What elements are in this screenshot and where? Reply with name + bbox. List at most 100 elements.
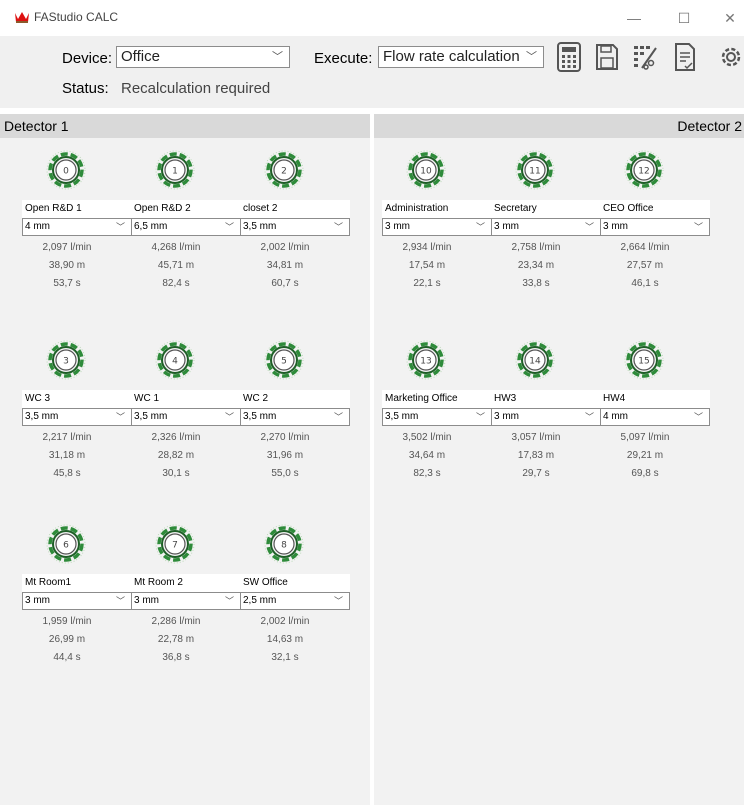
smoke-detector-icon: 12 xyxy=(624,150,664,190)
status-value: Recalculation required xyxy=(121,80,271,97)
pipe-length-value: 27,57 m xyxy=(626,260,664,271)
smoke-detector-icon: 0 xyxy=(46,150,86,190)
device-select[interactable]: Office ﹀ xyxy=(116,46,290,68)
calculator-icon[interactable] xyxy=(556,42,582,72)
detector-number: 10 xyxy=(420,167,432,177)
chevron-down-icon: ﹀ xyxy=(272,51,283,63)
diameter-select[interactable]: 4 mm ﹀ xyxy=(22,218,132,236)
execute-select[interactable]: Flow rate calculation ﹀ xyxy=(378,46,544,68)
detector-name: WC 2 xyxy=(240,390,350,408)
diameter-select[interactable]: 3,5 mm ﹀ xyxy=(131,408,241,426)
diameter-value: 3,5 mm xyxy=(134,411,168,422)
smoke-detector-icon: 1 xyxy=(155,150,195,190)
flow-rate-value: 3,502 l/min xyxy=(402,432,452,443)
chevron-down-icon: ﹀ xyxy=(693,222,703,232)
transport-time-value: 69,8 s xyxy=(631,468,659,479)
pipe-length-value: 14,63 m xyxy=(266,634,304,645)
detector-name: Mt Room 2 xyxy=(131,574,241,592)
panel-title: Detector 1 xyxy=(0,114,370,138)
pipe-length-value: 34,81 m xyxy=(266,260,304,271)
diameter-select[interactable]: 3 mm ﹀ xyxy=(382,218,492,236)
diameter-select[interactable]: 3,5 mm ﹀ xyxy=(240,408,350,426)
chevron-down-icon: ﹀ xyxy=(224,222,234,232)
smoke-detector-icon: 6 xyxy=(46,524,86,564)
diameter-value: 3 mm xyxy=(134,595,159,606)
detector-number: 15 xyxy=(638,357,649,367)
diameter-select[interactable]: 3 mm ﹀ xyxy=(491,218,601,236)
transport-time-value: 44,4 s xyxy=(53,652,81,663)
detector-number: 7 xyxy=(172,541,178,551)
diameter-select[interactable]: 3 mm ﹀ xyxy=(600,218,710,236)
flow-rate-value: 2,217 l/min xyxy=(42,432,92,443)
flow-rate-value: 2,002 l/min xyxy=(260,242,310,253)
diameter-select[interactable]: 3 mm ﹀ xyxy=(22,592,132,610)
smoke-detector-icon: 4 xyxy=(155,340,195,380)
detector-number: 11 xyxy=(529,167,540,177)
diameter-select[interactable]: 6,5 mm ﹀ xyxy=(131,218,241,236)
detector-name: SW Office xyxy=(240,574,350,592)
transport-time-value: 82,3 s xyxy=(413,468,441,479)
transport-time-value: 22,1 s xyxy=(413,278,441,289)
diameter-select[interactable]: 4 mm ﹀ xyxy=(600,408,710,426)
flow-rate-value: 4,268 l/min xyxy=(151,242,201,253)
diameter-select[interactable]: 3,5 mm ﹀ xyxy=(22,408,132,426)
transport-time-value: 45,8 s xyxy=(53,468,81,479)
flow-rate-value: 3,057 l/min xyxy=(511,432,561,443)
smoke-detector-icon: 15 xyxy=(624,340,664,380)
maximize-button[interactable]: ☐ xyxy=(662,0,706,36)
chevron-down-icon: ﹀ xyxy=(584,222,594,232)
flow-rate-value: 1,959 l/min xyxy=(42,616,92,627)
detector-name: Mt Room1 xyxy=(22,574,132,592)
diameter-value: 3,5 mm xyxy=(243,221,277,232)
diameter-select[interactable]: 3,5 mm ﹀ xyxy=(240,218,350,236)
detector-number: 13 xyxy=(420,357,431,367)
smoke-detector-icon: 14 xyxy=(515,340,555,380)
chevron-down-icon: ﹀ xyxy=(475,412,485,422)
diameter-select[interactable]: 2,5 mm ﹀ xyxy=(240,592,350,610)
diameter-select[interactable]: 3 mm ﹀ xyxy=(491,408,601,426)
settings-icon[interactable] xyxy=(716,42,744,72)
flow-rate-value: 2,326 l/min xyxy=(151,432,201,443)
app-logo-icon xyxy=(15,12,29,23)
report-icon[interactable] xyxy=(672,42,698,72)
smoke-detector-icon: 7 xyxy=(155,524,195,564)
transport-time-value: 46,1 s xyxy=(631,278,659,289)
diameter-value: 2,5 mm xyxy=(243,595,277,606)
detector-name: HW3 xyxy=(491,390,601,408)
chevron-down-icon: ﹀ xyxy=(333,222,343,232)
status-label: Status: xyxy=(62,80,109,97)
diameter-value: 3 mm xyxy=(385,221,410,232)
smoke-detector-icon: 10 xyxy=(406,150,446,190)
save-icon[interactable] xyxy=(594,42,620,72)
pipe-length-value: 31,18 m xyxy=(48,450,86,461)
diameter-value: 3 mm xyxy=(603,221,628,232)
smoke-detector-icon: 2 xyxy=(264,150,304,190)
bom-icon[interactable] xyxy=(632,42,658,72)
detector-name: WC 3 xyxy=(22,390,132,408)
diameter-select[interactable]: 3,5 mm ﹀ xyxy=(382,408,492,426)
diameter-value: 3 mm xyxy=(494,411,519,422)
detector-number: 3 xyxy=(63,357,69,367)
close-button[interactable]: ✕ xyxy=(708,0,744,36)
detector-name: CEO Office xyxy=(600,200,710,218)
panel-title: Detector 2 xyxy=(374,114,744,138)
pipe-length-value: 17,83 m xyxy=(517,450,555,461)
detector-name: HW4 xyxy=(600,390,710,408)
diameter-select[interactable]: 3 mm ﹀ xyxy=(131,592,241,610)
flow-rate-value: 2,664 l/min xyxy=(620,242,670,253)
chevron-down-icon: ﹀ xyxy=(224,412,234,422)
chevron-down-icon: ﹀ xyxy=(115,596,125,606)
flow-rate-value: 2,758 l/min xyxy=(511,242,561,253)
detector-name: Secretary xyxy=(491,200,601,218)
detector-name: Open R&D 2 xyxy=(131,200,241,218)
chevron-down-icon: ﹀ xyxy=(693,412,703,422)
device-select-value: Office xyxy=(121,48,160,65)
minimize-button[interactable]: — xyxy=(612,0,656,36)
pipe-length-value: 38,90 m xyxy=(48,260,86,271)
transport-time-value: 53,7 s xyxy=(53,278,81,289)
detector-number: 0 xyxy=(63,167,69,177)
transport-time-value: 29,7 s xyxy=(522,468,550,479)
transport-time-value: 55,0 s xyxy=(271,468,299,479)
chevron-down-icon: ﹀ xyxy=(333,596,343,606)
smoke-detector-icon: 13 xyxy=(406,340,446,380)
